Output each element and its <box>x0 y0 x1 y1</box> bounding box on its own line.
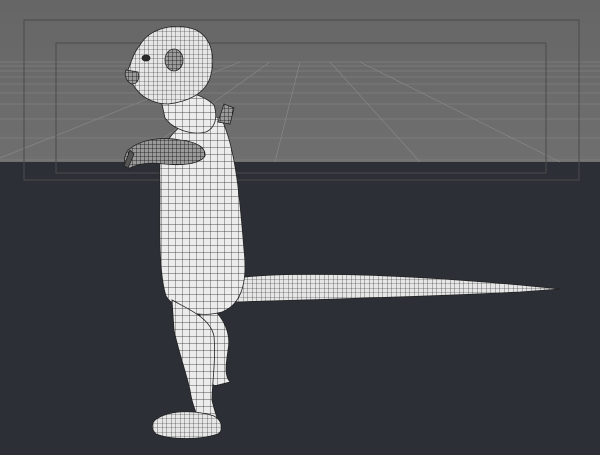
viewport-background-lower <box>0 162 600 455</box>
viewport-canvas[interactable] <box>0 0 600 455</box>
eye-mesh <box>141 54 151 62</box>
3d-viewport[interactable] <box>0 0 600 455</box>
ear-mesh[interactable] <box>164 48 184 72</box>
foot-mesh[interactable] <box>152 411 222 439</box>
